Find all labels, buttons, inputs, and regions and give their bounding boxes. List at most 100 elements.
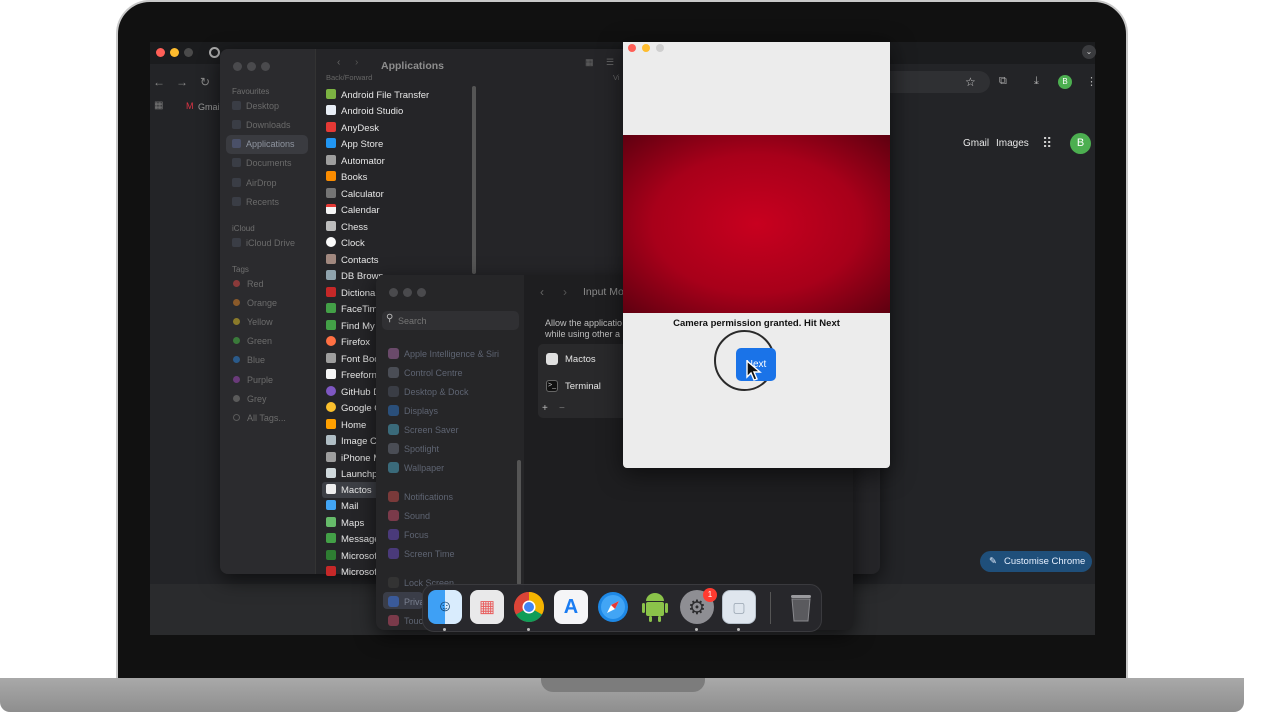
reload-icon[interactable]: ↻	[200, 75, 210, 89]
gmail-link[interactable]: Gmail	[963, 138, 989, 149]
settings-item-privacy[interactable]: Priva	[388, 596, 425, 607]
tag-grey[interactable]: Grey	[233, 394, 267, 404]
app-item-mail[interactable]: Mail	[326, 500, 358, 516]
add-app-button[interactable]: +	[542, 403, 548, 414]
tag-yellow[interactable]: Yellow	[233, 317, 273, 327]
apps-grid-icon[interactable]: ▦	[154, 100, 163, 111]
settings-back-icon[interactable]: ‹	[540, 285, 544, 299]
tag-orange[interactable]: Orange	[233, 298, 277, 308]
profile-avatar-small[interactable]: B	[1058, 75, 1072, 89]
customise-chrome-button[interactable]: ✎ Customise Chrome	[980, 551, 1092, 572]
dock-trash-icon[interactable]	[784, 590, 818, 624]
app-item-books[interactable]: Books	[326, 171, 367, 187]
gmail-bookmark-icon[interactable]: M	[186, 101, 194, 111]
app-item-messages[interactable]: Message	[326, 533, 380, 549]
app-item-freeform[interactable]: Freeforn	[326, 369, 377, 385]
app-item-home[interactable]: Home	[326, 419, 366, 435]
app-item-clock[interactable]: Clock	[326, 237, 365, 253]
sidebar-item-airdrop[interactable]: AirDrop	[232, 178, 277, 188]
settings-sidebar-scrollbar[interactable]	[517, 460, 521, 585]
app-item-mactos[interactable]: Mactos	[326, 484, 372, 500]
app-item-android-file-transfer[interactable]: Android File Transfer	[326, 89, 429, 105]
app-item-anydesk[interactable]: AnyDesk	[326, 122, 379, 138]
app-item-github-desktop[interactable]: GitHub D	[326, 386, 380, 402]
dock-finder-icon[interactable]: ☺	[428, 590, 462, 624]
app-list-item-terminal[interactable]: >_ Terminal	[546, 380, 624, 394]
settings-search-input[interactable]	[398, 313, 513, 328]
sidebar-item-recents[interactable]: Recents	[232, 197, 279, 207]
chrome-close-button[interactable]	[156, 48, 165, 57]
chrome-tab-menu-icon[interactable]: ⌄	[1082, 45, 1096, 59]
app-item-font-book[interactable]: Font Boo	[326, 353, 380, 369]
settings-minimize-button[interactable]	[403, 288, 412, 297]
settings-item-screen-time[interactable]: Screen Time	[388, 548, 455, 559]
app-item-android-studio[interactable]: Android Studio	[326, 105, 403, 121]
chrome-tab-icon[interactable]	[209, 47, 220, 58]
gmail-bookmark-label[interactable]: Gmai	[198, 102, 220, 112]
finder-list-view-icon[interactable]: ☰	[606, 57, 614, 68]
remove-app-button[interactable]: −	[559, 403, 565, 414]
app-item-automator[interactable]: Automator	[326, 155, 385, 171]
dock-safari-icon[interactable]	[596, 590, 630, 624]
app-item-chess[interactable]: Chess	[326, 221, 368, 237]
app-item-firefox[interactable]: Firefox	[326, 336, 370, 352]
dock-launchpad-icon[interactable]: ▦	[470, 590, 504, 624]
dock-app-store-icon[interactable]: A	[554, 590, 588, 624]
finder-minimize-button[interactable]	[247, 62, 256, 71]
settings-close-button[interactable]	[389, 288, 398, 297]
app-item-microsoft-2[interactable]: Microsof	[326, 566, 377, 582]
settings-item-sound[interactable]: Sound	[388, 510, 430, 521]
settings-item-screen-saver[interactable]: Screen Saver	[388, 424, 459, 435]
images-link[interactable]: Images	[996, 138, 1029, 149]
settings-zoom-button[interactable]	[417, 288, 426, 297]
sidebar-item-icloud-drive[interactable]: iCloud Drive	[232, 238, 295, 248]
app-item-db-browser[interactable]: DB Brows	[326, 270, 383, 286]
app-item-dictionary[interactable]: Dictiona	[326, 287, 375, 303]
profile-avatar[interactable]: B	[1070, 133, 1091, 154]
mactos-zoom-button[interactable]	[656, 44, 664, 52]
forward-arrow-icon[interactable]: →	[176, 75, 188, 89]
tag-all-tags[interactable]: All Tags...	[233, 413, 286, 423]
download-icon[interactable]: ⤓	[1034, 75, 1039, 88]
mactos-minimize-button[interactable]	[642, 44, 650, 52]
dock-chrome-icon[interactable]	[512, 590, 546, 624]
tag-red[interactable]: Red	[233, 279, 264, 289]
sidebar-item-downloads[interactable]: Downloads	[232, 120, 291, 130]
settings-item-focus[interactable]: Focus	[388, 529, 429, 540]
app-item-contacts[interactable]: Contacts	[326, 254, 379, 270]
tag-green[interactable]: Green	[233, 336, 272, 346]
settings-item-spotlight[interactable]: Spotlight	[388, 443, 439, 454]
app-item-app-store[interactable]: App Store	[326, 138, 383, 154]
sidebar-item-desktop[interactable]: Desktop	[232, 101, 279, 111]
finder-scrollbar[interactable]	[472, 86, 476, 274]
app-item-microsoft-1[interactable]: Microsof	[326, 550, 377, 566]
app-item-maps[interactable]: Maps	[326, 517, 364, 533]
app-item-calendar[interactable]: Calendar	[326, 204, 380, 220]
sidebar-item-applications[interactable]: Applications	[232, 139, 295, 149]
dock-preview-icon[interactable]: ▢	[722, 590, 756, 624]
settings-item-control-centre[interactable]: Control Centre	[388, 367, 463, 378]
chrome-zoom-button[interactable]	[184, 48, 193, 57]
chrome-minimize-button[interactable]	[170, 48, 179, 57]
settings-item-notifications[interactable]: Notifications	[388, 491, 453, 502]
settings-forward-icon[interactable]: ›	[563, 285, 567, 299]
sidebar-item-documents[interactable]: Documents	[232, 158, 292, 168]
tag-purple[interactable]: Purple	[233, 375, 273, 385]
settings-search-field[interactable]: ⚲	[382, 311, 519, 330]
finder-back-icon[interactable]: ‹	[337, 57, 340, 68]
finder-forward-icon[interactable]: ›	[355, 57, 358, 68]
bookmark-star-icon[interactable]: ☆	[965, 75, 976, 89]
app-item-google-chrome[interactable]: Google C	[326, 402, 381, 418]
app-item-find-my[interactable]: Find My	[326, 320, 375, 336]
app-item-launchpad[interactable]: Launchp	[326, 468, 377, 484]
finder-grid-view-icon[interactable]: ▦	[585, 57, 594, 68]
app-item-image-capture[interactable]: Image C	[326, 435, 377, 451]
google-apps-icon[interactable]: ⠿	[1042, 135, 1052, 152]
settings-item-touch-id[interactable]: Touc	[388, 615, 423, 626]
mactos-close-button[interactable]	[628, 44, 636, 52]
app-list-item-mactos[interactable]: Mactos	[546, 353, 624, 367]
dock-android-studio-icon[interactable]	[638, 590, 672, 624]
tag-blue[interactable]: Blue	[233, 355, 265, 365]
app-item-facetime[interactable]: FaceTim	[326, 303, 378, 319]
back-arrow-icon[interactable]: ←	[153, 75, 165, 89]
